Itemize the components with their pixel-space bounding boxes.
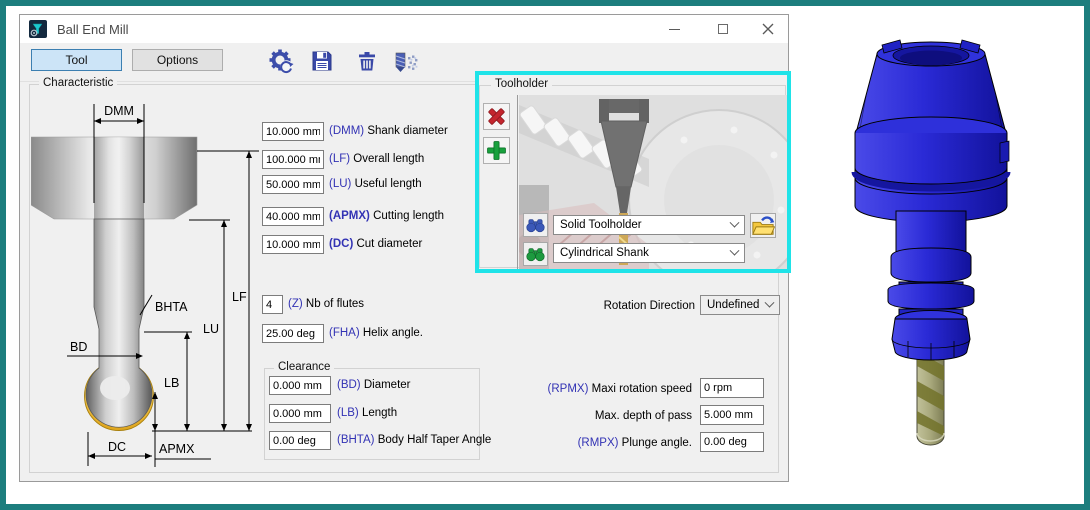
browse-toolholder-button[interactable] bbox=[523, 213, 548, 237]
remove-toolholder-button[interactable] bbox=[483, 103, 510, 130]
dim-label-dmm: DMM bbox=[104, 104, 134, 118]
max-rotation-speed-label: (RPMX) Maxi rotation speed bbox=[420, 379, 692, 399]
clearance-diameter-label: (BD) Diameter bbox=[337, 375, 411, 395]
red-x-icon bbox=[485, 105, 508, 128]
green-plus-icon bbox=[485, 139, 508, 162]
dim-label-bd: BD bbox=[70, 340, 87, 354]
clearance-length-label: (LB) Length bbox=[337, 403, 397, 423]
helix-angle-field[interactable] bbox=[262, 324, 324, 343]
shank-diameter-label: (DMM) Shank diameter bbox=[329, 121, 448, 141]
settings-button[interactable] bbox=[267, 47, 295, 75]
toolholder-type-value: Solid Toolholder bbox=[560, 219, 731, 231]
body-half-taper-angle-field[interactable] bbox=[269, 431, 331, 450]
tab-options[interactable]: Options bbox=[132, 49, 223, 71]
close-button[interactable] bbox=[745, 15, 790, 43]
max-depth-of-pass-label: Max. depth of pass bbox=[420, 406, 692, 426]
cut-diameter-label: (DC) Cut diameter bbox=[329, 234, 422, 254]
clearance-length-field[interactable] bbox=[269, 404, 331, 423]
clearance-diameter-field[interactable] bbox=[269, 376, 331, 395]
gear-sync-icon bbox=[268, 48, 294, 74]
toolholder-panel: Toolholder bbox=[475, 71, 791, 273]
toolholder-group-label: Toolholder bbox=[491, 78, 552, 90]
flutes-label: (Z) Nb of flutes bbox=[288, 294, 364, 314]
tab-tool[interactable]: Tool bbox=[31, 49, 122, 71]
dim-label-bhta: BHTA bbox=[155, 300, 188, 314]
trash-icon bbox=[355, 49, 379, 73]
clearance-group-label: Clearance bbox=[274, 361, 334, 373]
overall-length-label: (LF) Overall length bbox=[329, 149, 424, 169]
close-icon bbox=[762, 23, 774, 35]
tool-graphics-button[interactable] bbox=[392, 47, 420, 75]
rotation-direction-value: Undefined bbox=[707, 299, 766, 311]
chevron-down-icon bbox=[730, 245, 740, 255]
shank-diameter-field[interactable] bbox=[262, 122, 324, 141]
tool-dimension-diagram: DMM LF LU LB APMX bbox=[31, 95, 263, 467]
dim-label-lf: LF bbox=[232, 290, 247, 304]
delete-button[interactable] bbox=[353, 47, 381, 75]
useful-length-field[interactable] bbox=[262, 175, 324, 194]
binoculars-green-icon bbox=[525, 244, 546, 264]
binoculars-blue-icon bbox=[525, 215, 546, 235]
open-folder-icon bbox=[751, 214, 775, 237]
save-button[interactable] bbox=[308, 47, 336, 75]
chevron-down-icon bbox=[765, 297, 775, 307]
helix-angle-label: (FHA) Helix angle. bbox=[329, 323, 423, 343]
dim-label-lu: LU bbox=[203, 322, 219, 336]
open-toolholder-file-button[interactable] bbox=[750, 213, 776, 238]
screenshot-root: Ball End Mill Tool Options bbox=[0, 0, 1090, 510]
toolholder-3d-view[interactable] bbox=[796, 21, 1090, 491]
title-bar: Ball End Mill bbox=[20, 15, 788, 43]
chevron-down-icon bbox=[730, 217, 740, 227]
minimize-button[interactable] bbox=[652, 15, 697, 43]
maximize-button[interactable] bbox=[700, 15, 745, 43]
app-icon bbox=[29, 20, 47, 38]
plunge-angle-label: (RMPX) Plunge angle. bbox=[420, 433, 692, 453]
add-toolholder-button[interactable] bbox=[483, 137, 510, 164]
cut-diameter-field[interactable] bbox=[262, 235, 324, 254]
plunge-angle-field[interactable] bbox=[700, 432, 764, 452]
dim-label-lb: LB bbox=[164, 376, 179, 390]
max-rotation-speed-field[interactable] bbox=[700, 378, 764, 398]
flutes-field[interactable] bbox=[262, 295, 283, 314]
shank-type-value: Cylindrical Shank bbox=[560, 247, 731, 259]
toolholder-type-select[interactable]: Solid Toolholder bbox=[553, 215, 745, 235]
browse-shank-button[interactable] bbox=[523, 242, 548, 266]
rotation-direction-select[interactable]: Undefined bbox=[700, 295, 780, 315]
shank-type-select[interactable]: Cylindrical Shank bbox=[553, 243, 745, 263]
useful-length-label: (LU) Useful length bbox=[329, 174, 422, 194]
ball-end-mill-dialog: Ball End Mill Tool Options bbox=[19, 14, 789, 482]
minimize-icon bbox=[669, 29, 680, 30]
dim-label-apmx: APMX bbox=[159, 442, 195, 456]
cutting-length-label: (APMX) Cutting length bbox=[329, 206, 444, 226]
characteristic-group-label: Characteristic bbox=[39, 77, 117, 89]
overall-length-field[interactable] bbox=[262, 150, 324, 169]
rotation-direction-label: Rotation Direction bbox=[420, 296, 695, 316]
floppy-disk-icon bbox=[310, 49, 334, 73]
tool-chips-icon bbox=[393, 48, 419, 74]
toolholder-divider bbox=[517, 95, 518, 269]
maximize-icon bbox=[718, 24, 728, 34]
window-title: Ball End Mill bbox=[57, 22, 129, 37]
max-depth-of-pass-field[interactable] bbox=[700, 405, 764, 425]
cutting-length-field[interactable] bbox=[262, 207, 324, 226]
dim-label-dc: DC bbox=[108, 440, 126, 454]
